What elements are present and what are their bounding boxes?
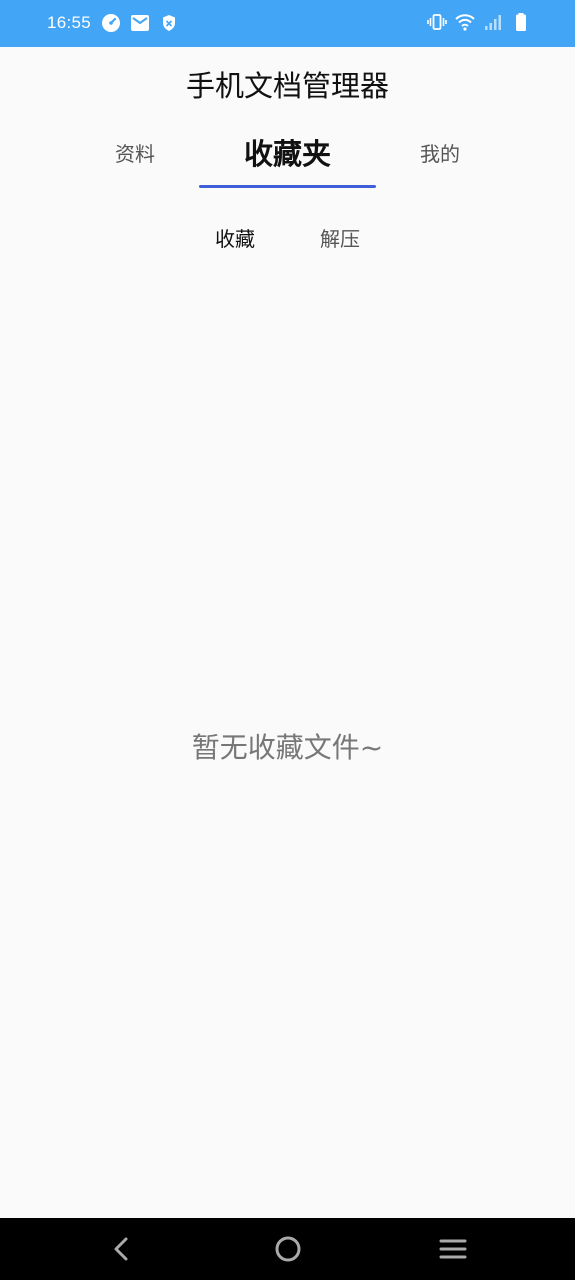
tab-mine-label: 我的 <box>420 142 460 166</box>
shield-icon <box>159 13 179 33</box>
mail-icon <box>130 13 150 33</box>
vibrate-icon <box>427 12 447 32</box>
sub-tab-bar: 收藏 解压 <box>0 222 575 256</box>
tab-data-label: 资料 <box>115 142 155 166</box>
subtab-unzip[interactable]: 解压 <box>320 222 360 256</box>
home-button[interactable] <box>272 1233 304 1265</box>
system-nav-bar <box>0 1218 575 1280</box>
back-button[interactable] <box>106 1233 138 1265</box>
recents-button[interactable] <box>437 1233 469 1265</box>
tab-data[interactable]: 资料 <box>60 130 210 190</box>
menu-icon <box>437 1233 469 1265</box>
status-bar: 16:55 <box>0 0 575 47</box>
tab-mine[interactable]: 我的 <box>365 130 515 190</box>
speedometer-icon <box>101 13 121 33</box>
wifi-icon <box>455 12 475 32</box>
main-tab-bar: 资料 收藏夹 我的 <box>0 130 575 190</box>
status-system-icons <box>427 12 531 32</box>
screen: 16:55 手机文档管理器 资料 收藏夹 我的 收藏 解压 暂无收藏文件~ <box>0 0 575 1280</box>
status-notification-icons <box>101 13 179 33</box>
home-icon <box>272 1233 304 1265</box>
page-title: 手机文档管理器 <box>185 69 389 103</box>
back-icon <box>106 1233 138 1265</box>
battery-icon <box>511 12 531 32</box>
status-time: 16:55 <box>47 13 92 32</box>
subtab-favorites[interactable]: 收藏 <box>215 222 255 256</box>
tab-favorites[interactable]: 收藏夹 <box>199 130 376 190</box>
empty-state-message: 暂无收藏文件~ <box>191 731 384 764</box>
active-tab-indicator <box>199 185 376 188</box>
signal-icon <box>483 12 503 32</box>
tab-favorites-label: 收藏夹 <box>243 137 331 171</box>
